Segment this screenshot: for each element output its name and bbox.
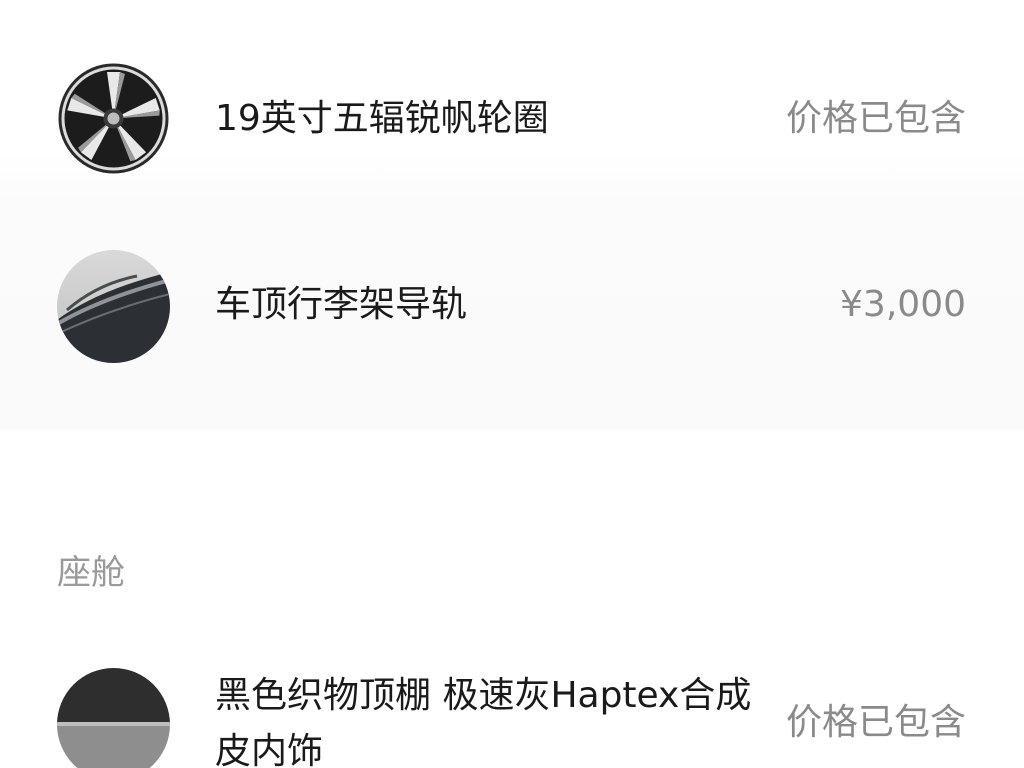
option-row-interior[interactable]: 黑色织物顶棚 极速灰Haptex合成皮内饰 价格已包含: [0, 668, 1024, 768]
option-price: ¥3,000: [840, 284, 966, 325]
wheel-icon: [57, 62, 170, 175]
option-summary-page: 19英寸五辐锐帆轮圈 价格已包含 车顶行李架导轨 ¥3,000 座舱 黑色织物顶…: [0, 0, 1024, 768]
option-name: 黑色织物顶棚 极速灰Haptex合成皮内饰: [215, 675, 752, 768]
exterior-options-section: 19英寸五辐锐帆轮圈 价格已包含 车顶行李架导轨 ¥3,000: [0, 0, 1024, 430]
section-title-cabin: 座舱: [57, 553, 125, 593]
option-row-roof-rack[interactable]: 车顶行李架导轨 ¥3,000: [0, 250, 1024, 366]
interior-swatch-icon: [57, 668, 170, 768]
option-name: 车顶行李架导轨: [215, 284, 468, 325]
option-price: 价格已包含: [785, 702, 966, 743]
option-row-wheel[interactable]: 19英寸五辐锐帆轮圈 价格已包含: [0, 62, 1024, 178]
option-price: 价格已包含: [785, 98, 966, 139]
roof-rack-icon: [57, 250, 170, 363]
option-name: 19英寸五辐锐帆轮圈: [215, 98, 549, 139]
